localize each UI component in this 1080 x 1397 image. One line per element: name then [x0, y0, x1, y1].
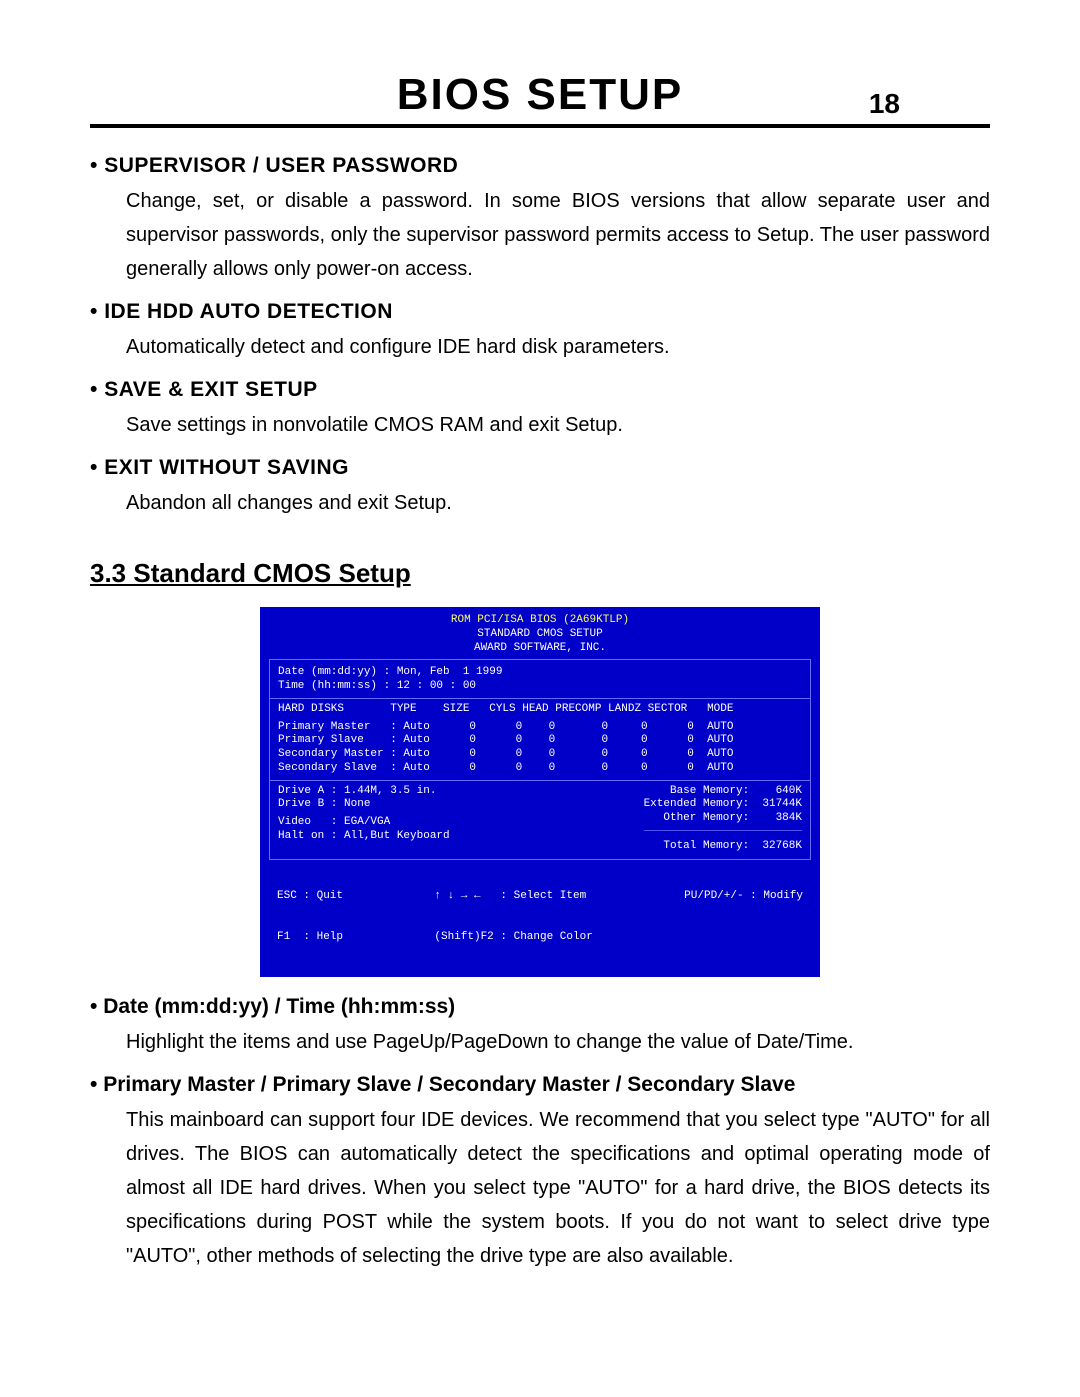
bios-disk-row: Secondary Master : Auto 0 0 0 0 0 0 AUTO [278, 748, 802, 762]
bios-mem-total: Total Memory: 32768K [644, 840, 802, 854]
bios-disk-row: Primary Slave : Auto 0 0 0 0 0 0 AUTO [278, 734, 802, 748]
bullet-title-exit: EXIT WITHOUT SAVING [90, 456, 990, 480]
header-title: BIOS SETUP [397, 70, 684, 120]
bios-footer-arrows: ↑ ↓ → ← : Select Item [434, 890, 592, 904]
bios-halt: Halt on : All,But Keyboard [278, 830, 450, 844]
bios-date: Date (mm:dd:yy) : Mon, Feb 1 1999 [278, 666, 802, 680]
bullet-text-ide: Automatically detect and configure IDE h… [126, 330, 990, 364]
bios-footer-pupd: PU/PD/+/- : Modify [684, 890, 803, 904]
bios-mem-base: Base Memory: 640K [644, 785, 802, 799]
bullet-text-primary: This mainboard can support four IDE devi… [126, 1103, 990, 1273]
bullet-text-date: Highlight the items and use PageUp/PageD… [126, 1025, 990, 1059]
bios-drive-a: Drive A : 1.44M, 3.5 in. [278, 785, 450, 799]
bios-header-3: AWARD SOFTWARE, INC. [269, 642, 811, 656]
bios-header-2: STANDARD CMOS SETUP [269, 628, 811, 642]
bullet-title-date: Date (mm:dd:yy) / Time (hh:mm:ss) [90, 995, 990, 1019]
bullet-text-exit: Abandon all changes and exit Setup. [126, 486, 990, 520]
bios-footer: ESC : Quit F1 : Help ↑ ↓ → ← : Select It… [269, 860, 811, 972]
bullet-text-supervisor: Change, set, or disable a password. In s… [126, 184, 990, 286]
bullet-title-ide: IDE HDD AUTO DETECTION [90, 300, 990, 324]
bullet-title-supervisor: SUPERVISOR / USER PASSWORD [90, 154, 990, 178]
subsection-title: 3.3 Standard CMOS Setup [90, 558, 990, 589]
bios-mem-sep: ──────────────────────── [644, 826, 802, 840]
bios-video: Video : EGA/VGA [278, 816, 450, 830]
bullet-text-save: Save settings in nonvolatile CMOS RAM an… [126, 408, 990, 442]
page-number: 18 [869, 88, 900, 120]
bios-footer-esc: ESC : Quit [277, 890, 343, 904]
bios-drive-b: Drive B : None [278, 798, 450, 812]
bios-mem-ext: Extended Memory: 31744K [644, 798, 802, 812]
bios-main-box: Date (mm:dd:yy) : Mon, Feb 1 1999 Time (… [269, 659, 811, 860]
bios-screenshot: ROM PCI/ISA BIOS (2A69KTLP) STANDARD CMO… [260, 607, 820, 977]
bios-footer-f1: F1 : Help [277, 931, 343, 945]
bios-disk-row: Secondary Slave : Auto 0 0 0 0 0 0 AUTO [278, 762, 802, 776]
bios-mem-other: Other Memory: 384K [644, 812, 802, 826]
bios-header-1: ROM PCI/ISA BIOS (2A69KTLP) [269, 614, 811, 628]
bios-disk-header: HARD DISKS TYPE SIZE CYLS HEAD PRECOMP L… [278, 703, 802, 717]
page-header: BIOS SETUP 18 [90, 70, 990, 128]
bullet-title-primary: Primary Master / Primary Slave / Seconda… [90, 1073, 990, 1097]
bullet-title-save: SAVE & EXIT SETUP [90, 378, 990, 402]
bios-disk-row: Primary Master : Auto 0 0 0 0 0 0 AUTO [278, 721, 802, 735]
bios-time: Time (hh:mm:ss) : 12 : 00 : 00 [278, 680, 802, 694]
bios-footer-shiftf2: (Shift)F2 : Change Color [434, 931, 592, 945]
